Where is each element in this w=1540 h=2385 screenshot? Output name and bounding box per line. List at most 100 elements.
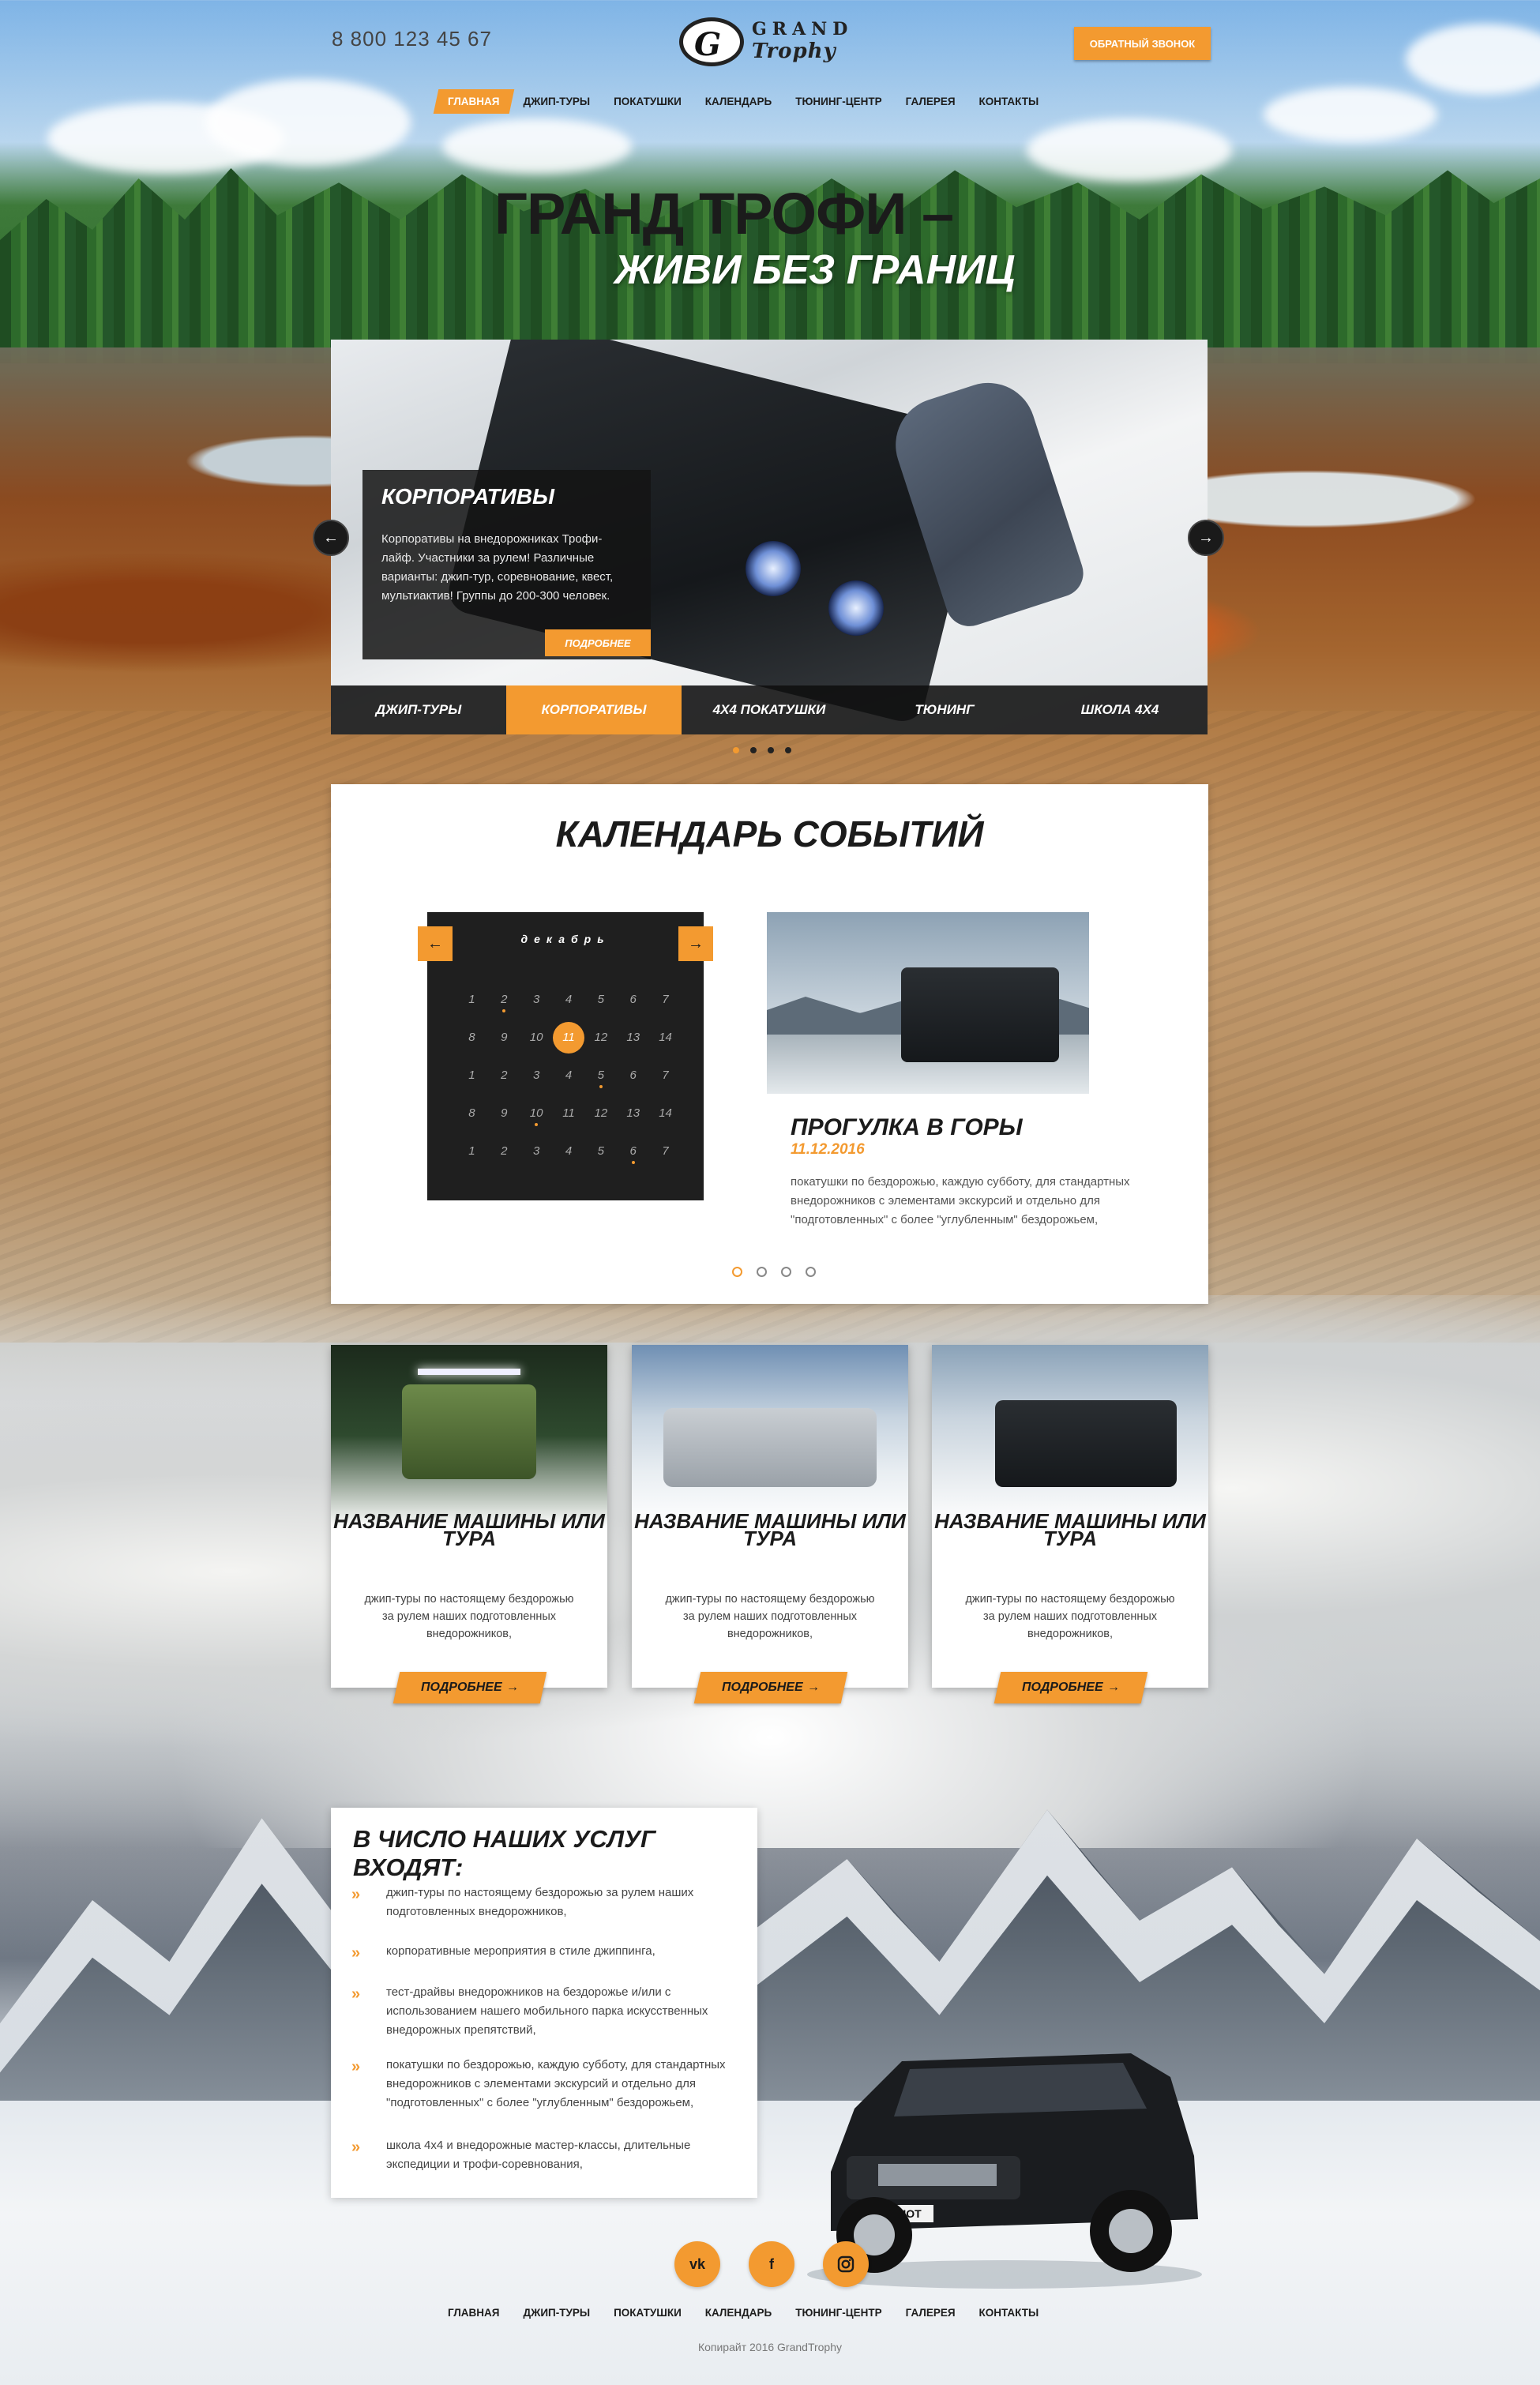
calendar-day[interactable]: 5 bbox=[584, 1143, 617, 1159]
phone-number[interactable]: 8 800 123 45 67 bbox=[332, 27, 492, 51]
footer-nav-contacts[interactable]: КОНТАКТЫ bbox=[967, 2307, 1051, 2319]
slider-prev-arrow-icon[interactable]: ← bbox=[313, 520, 349, 556]
calendar-day[interactable]: 6 bbox=[617, 1067, 649, 1084]
cloud bbox=[205, 79, 411, 166]
double-chevron-icon: » bbox=[351, 2058, 360, 2075]
slider-pagination bbox=[733, 747, 791, 753]
vk-icon[interactable]: vk bbox=[674, 2241, 720, 2287]
event-title[interactable]: ПРОГУЛКА В ГОРЫ bbox=[791, 1114, 1091, 1141]
event-dot[interactable] bbox=[757, 1267, 767, 1277]
tab-4x4-rides[interactable]: 4Х4 ПОКАТУШКИ bbox=[682, 685, 857, 734]
double-chevron-icon: » bbox=[351, 1985, 360, 2003]
footer-nav-home[interactable]: ГЛАВНАЯ bbox=[436, 2307, 512, 2319]
services-item: » джип-туры по настоящему бездорожью за р… bbox=[351, 1886, 694, 1918]
nav-item-tuning[interactable]: ТЮНИНГ-ЦЕНТР bbox=[783, 89, 893, 114]
calendar-day[interactable]: 9 bbox=[488, 1029, 520, 1046]
calendar-day[interactable]: 1 bbox=[456, 1143, 488, 1159]
services-item: » корпоративные мероприятия в стиле джипп… bbox=[351, 1944, 655, 1962]
slider-dot[interactable] bbox=[785, 747, 791, 753]
calendar-day[interactable]: 11 bbox=[552, 1021, 585, 1054]
event-dot[interactable] bbox=[732, 1267, 742, 1277]
services-item: » тест-драйвы внедорожников на бездорожье… bbox=[351, 1985, 708, 2037]
calendar-day[interactable]: 2 bbox=[488, 1067, 520, 1084]
nav-item-calendar[interactable]: КАЛЕНДАРЬ bbox=[693, 89, 783, 114]
calendar-day[interactable]: 3 bbox=[520, 1067, 553, 1084]
slider-tabs: ДЖИП-ТУРЫ КОРПОРАТИВЫ 4Х4 ПОКАТУШКИ ТЮНИ… bbox=[331, 685, 1208, 734]
slider-dot[interactable] bbox=[768, 747, 774, 753]
calendar-day[interactable]: 1 bbox=[456, 991, 488, 1008]
hero-subtitle: ЖИВИ БЕЗ ГРАНИЦ bbox=[614, 247, 1016, 293]
footer-nav-tuning[interactable]: ТЮНИНГ-ЦЕНТР bbox=[783, 2307, 893, 2319]
calendar-day[interactable]: 8 bbox=[456, 1105, 488, 1121]
tab-jeep-tours[interactable]: ДЖИП-ТУРЫ bbox=[331, 685, 506, 734]
double-chevron-icon: » bbox=[351, 2139, 360, 2156]
slider-dot[interactable] bbox=[750, 747, 757, 753]
tour-card-more-button[interactable]: ПОДРОБНЕЕ → bbox=[393, 1672, 547, 1703]
calendar-day[interactable]: 10 bbox=[520, 1029, 553, 1046]
callback-button[interactable]: ОБРАТНЫЙ ЗВОНОК bbox=[1074, 27, 1211, 60]
footer-nav-gallery[interactable]: ГАЛЕРЕЯ bbox=[894, 2307, 967, 2319]
nav-item-home[interactable]: ГЛАВНАЯ bbox=[433, 89, 514, 114]
calendar-day[interactable]: 13 bbox=[617, 1105, 649, 1121]
cloud bbox=[1406, 24, 1540, 95]
nav-item-jeep-tours[interactable]: ДЖИП-ТУРЫ bbox=[512, 89, 603, 114]
calendar-day[interactable]: 14 bbox=[649, 1029, 682, 1046]
tab-corporates[interactable]: КОРПОРАТИВЫ bbox=[506, 685, 682, 734]
arrow-right-icon: → bbox=[505, 1681, 519, 1694]
event-date: 11.12.2016 bbox=[791, 1141, 865, 1158]
footer-nav-jeep-tours[interactable]: ДЖИП-ТУРЫ bbox=[512, 2307, 603, 2319]
logo-mark-icon: G bbox=[679, 17, 744, 66]
calendar-day[interactable]: 3 bbox=[520, 1143, 553, 1159]
calendar-next-arrow-icon[interactable]: → bbox=[678, 926, 713, 961]
main-nav: ГЛАВНАЯ ДЖИП-ТУРЫ ПОКАТУШКИ КАЛЕНДАРЬ ТЮ… bbox=[433, 89, 1051, 114]
footer-nav-calendar[interactable]: КАЛЕНДАРЬ bbox=[693, 2307, 783, 2319]
tour-card-more-button[interactable]: ПОДРОБНЕЕ → bbox=[993, 1672, 1148, 1703]
calendar-day[interactable]: 2 bbox=[488, 1143, 520, 1159]
calendar-day[interactable]: 14 bbox=[649, 1105, 682, 1121]
calendar-day[interactable]: 7 bbox=[649, 991, 682, 1008]
calendar-day[interactable]: 5 bbox=[584, 991, 617, 1008]
cloud bbox=[1264, 87, 1437, 142]
calendar-day[interactable]: 12 bbox=[584, 1029, 617, 1046]
calendar-day[interactable]: 1 bbox=[456, 1067, 488, 1084]
slider-dot[interactable] bbox=[733, 747, 739, 753]
tour-card-title: НАЗВАНИЕ МАШИНЫ ИЛИ ТУРА bbox=[634, 1509, 906, 1550]
instagram-icon[interactable] bbox=[823, 2241, 869, 2287]
slider-next-arrow-icon[interactable]: → bbox=[1188, 520, 1224, 556]
event-dot[interactable] bbox=[781, 1267, 791, 1277]
social-links: vk f bbox=[674, 2241, 869, 2287]
facebook-icon[interactable]: f bbox=[749, 2241, 794, 2287]
slide-more-button[interactable]: ПОДРОБНЕЕ bbox=[545, 629, 651, 656]
tour-card-title: НАЗВАНИЕ МАШИНЫ ИЛИ ТУРА bbox=[333, 1509, 605, 1550]
calendar-day[interactable]: 7 bbox=[649, 1067, 682, 1084]
footer-nav: ГЛАВНАЯ ДЖИП-ТУРЫ ПОКАТУШКИ КАЛЕНДАРЬ ТЮ… bbox=[436, 2307, 1050, 2319]
calendar-day[interactable]: 12 bbox=[584, 1105, 617, 1121]
calendar-day[interactable]: 13 bbox=[617, 1029, 649, 1046]
footer-nav-rides[interactable]: ПОКАТУШКИ bbox=[602, 2307, 693, 2319]
calendar-day[interactable]: 6 bbox=[617, 1143, 649, 1164]
calendar-day[interactable]: 3 bbox=[520, 991, 553, 1008]
tab-tuning[interactable]: ТЮНИНГ bbox=[857, 685, 1032, 734]
calendar-day[interactable]: 4 bbox=[553, 1143, 585, 1159]
event-dot[interactable] bbox=[806, 1267, 816, 1277]
calendar-day[interactable]: 5 bbox=[584, 1067, 617, 1088]
tour-card-text: джип-туры по настоящему бездорожью за ру… bbox=[665, 1593, 875, 1640]
calendar-day[interactable]: 4 bbox=[553, 991, 585, 1008]
calendar-day[interactable]: 10 bbox=[520, 1105, 553, 1126]
tour-card-more-button[interactable]: ПОДРОБНЕЕ → bbox=[693, 1672, 848, 1703]
services-section: В ЧИСЛО НАШИХ УСЛУГ ВХОДЯТ: » джип-туры п… bbox=[331, 1808, 757, 2198]
calendar-day[interactable]: 7 bbox=[649, 1143, 682, 1159]
calendar-day[interactable]: 9 bbox=[488, 1105, 520, 1121]
calendar-day[interactable]: 2 bbox=[488, 991, 520, 1012]
nav-item-contacts[interactable]: КОНТАКТЫ bbox=[967, 89, 1051, 114]
section-title: КАЛЕНДАРЬ СОБЫТИЙ bbox=[555, 813, 984, 854]
nav-item-rides[interactable]: ПОКАТУШКИ bbox=[602, 89, 693, 114]
nav-item-gallery[interactable]: ГАЛЕРЕЯ bbox=[894, 89, 967, 114]
logo[interactable]: G GRAND Trophy bbox=[679, 14, 861, 69]
tour-card-title: НАЗВАНИЕ МАШИНЫ ИЛИ ТУРА bbox=[934, 1509, 1206, 1550]
calendar-day[interactable]: 11 bbox=[553, 1105, 585, 1121]
calendar-day[interactable]: 4 bbox=[553, 1067, 585, 1084]
calendar-day[interactable]: 6 bbox=[617, 991, 649, 1008]
tab-4x4-school[interactable]: ШКОЛА 4Х4 bbox=[1032, 685, 1208, 734]
calendar-day[interactable]: 8 bbox=[456, 1029, 488, 1046]
